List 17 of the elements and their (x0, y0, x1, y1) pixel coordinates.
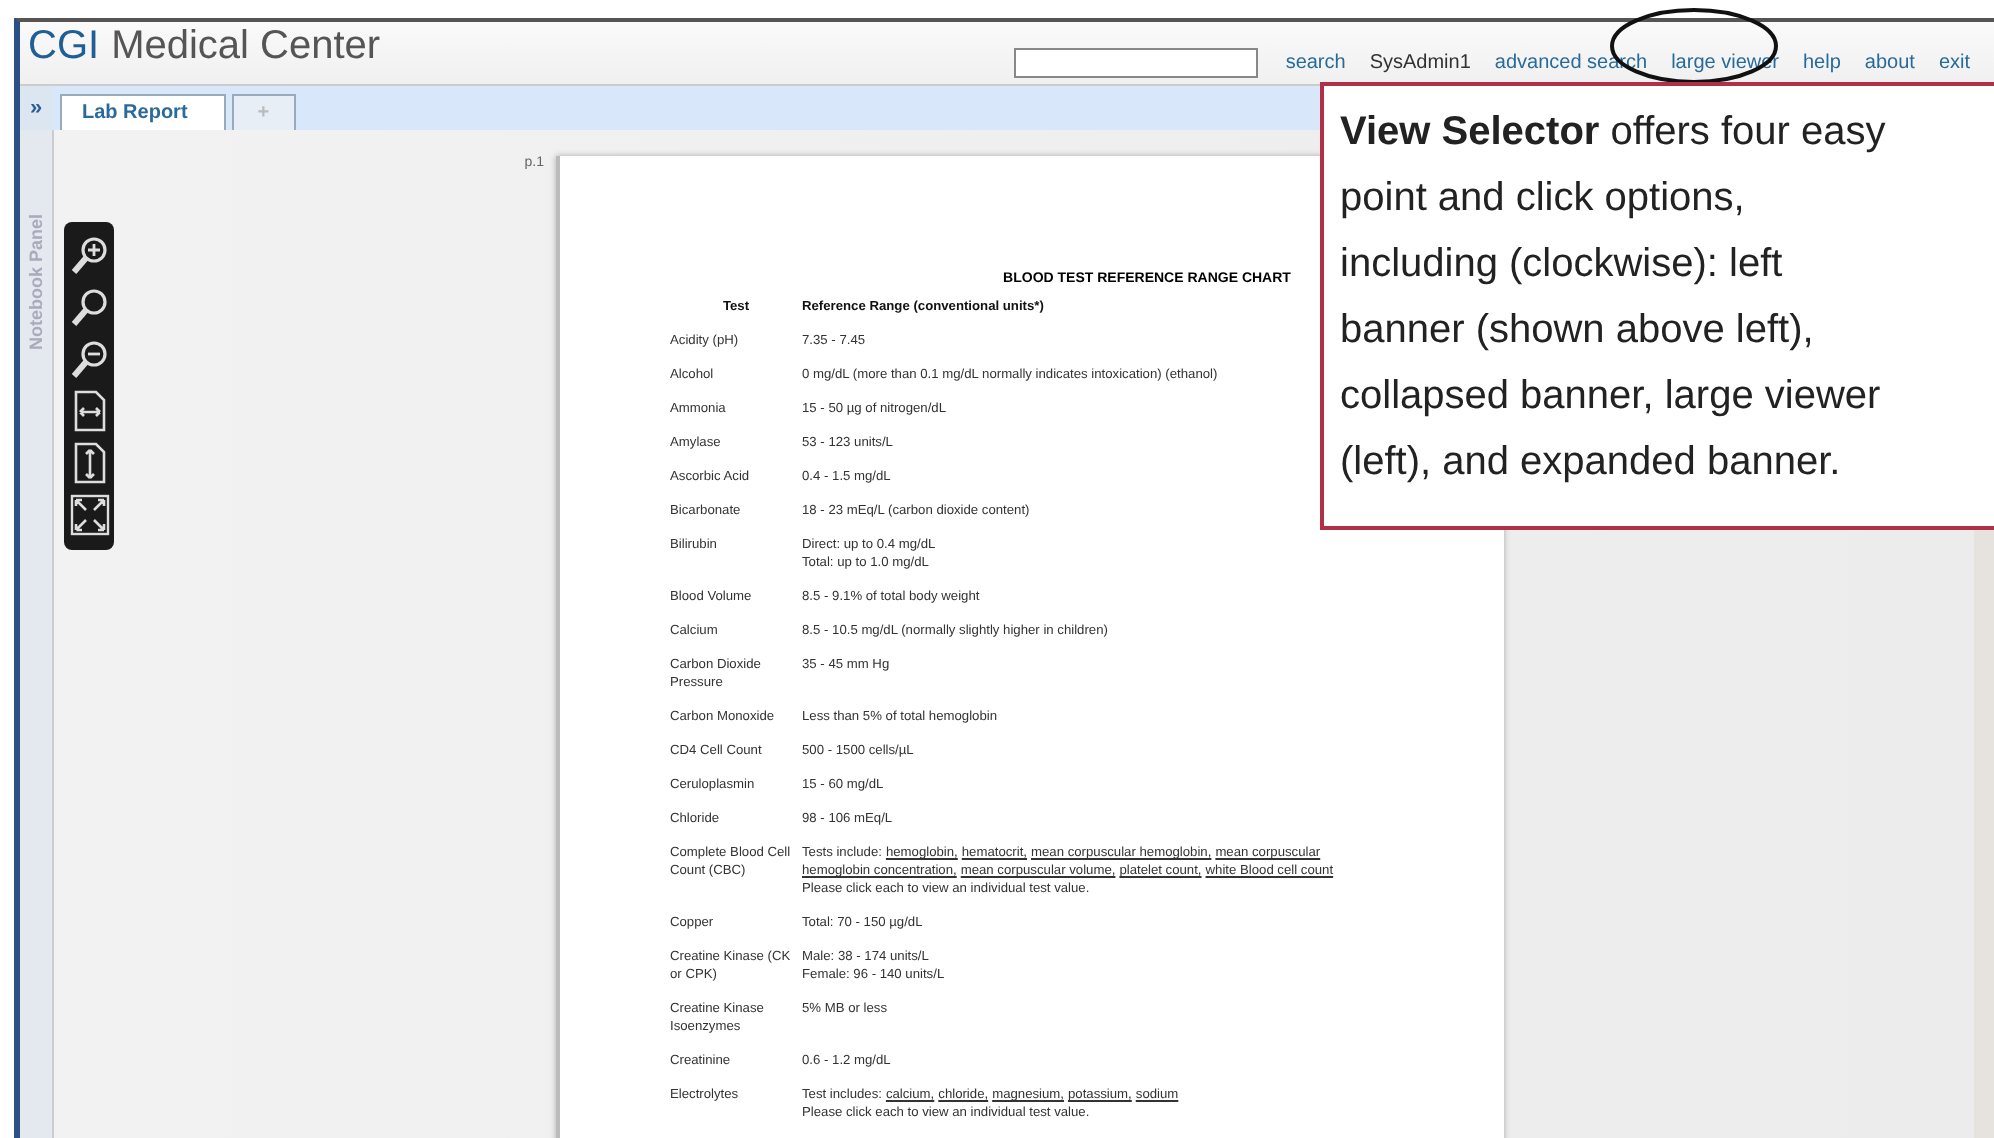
zoom-out-icon[interactable] (69, 338, 109, 380)
fit-width-icon[interactable] (69, 390, 109, 432)
tab[interactable]: Lab Report (60, 94, 226, 130)
header-link[interactable]: about (1864, 52, 1915, 74)
header-link[interactable]: search (1285, 52, 1346, 74)
expand-button[interactable]: » (20, 86, 52, 130)
fit-height-icon[interactable] (69, 442, 109, 484)
app-title: Medical Center (111, 24, 381, 70)
view-selector-tooltip: View Selector offers four easy point and click options, including (clockwise): left banner (shown above left), collapsed banner, large viewer (left), and expanded banner. (1320, 82, 1994, 530)
search-field[interactable] (1013, 48, 1258, 78)
fullscreen-icon[interactable] (69, 494, 109, 536)
brand-name: CGI (28, 24, 100, 70)
user-name: SysAdmin1 (1369, 52, 1471, 74)
zoom-icon[interactable] (69, 286, 109, 328)
header-link[interactable]: exit (1938, 52, 1970, 74)
header-link[interactable]: help (1803, 52, 1841, 74)
zoom-in-icon[interactable] (69, 234, 109, 276)
